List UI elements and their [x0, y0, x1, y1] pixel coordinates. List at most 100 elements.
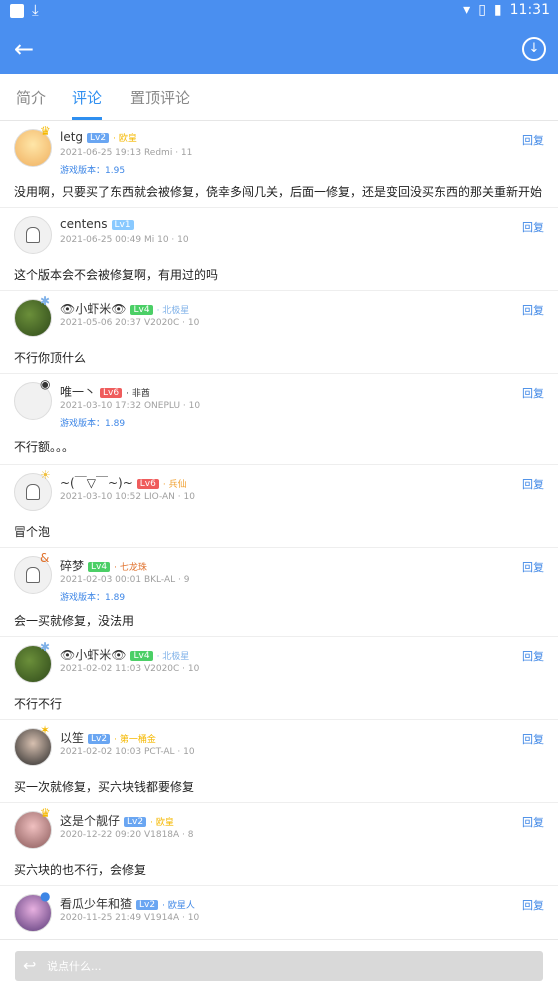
comment-input[interactable]: ↩ 说点什么... [15, 951, 543, 981]
honor-title: · 北极星 [156, 652, 190, 662]
level-badge: Lv4 [130, 304, 153, 315]
comment-item: ♛ 这是个靓仔 Lv2 · 欧皇 2020-12-22 09:20 V1818A ·… [0, 803, 558, 886]
honor-title: · 七龙珠 [114, 563, 147, 573]
status-bar: ⤓ ▾ ▯ ▮ 11:31 [0, 0, 558, 24]
comment-text: 没用啊，只要买了东西就会被修复，侥幸多闯几关，后面一修复，还是变回没买东西的那关… [14, 185, 543, 199]
alien-icon: ● [40, 889, 51, 903]
ghost-icon [26, 567, 40, 583]
tab-bar: 简介 评论 置顶评论 [0, 74, 558, 121]
dragon-ball-icon: & [40, 551, 50, 565]
level-badge: Lv2 [136, 899, 159, 910]
battery-icon: ▮ [493, 2, 502, 18]
comment-item: & 碎梦 Lv4 · 七龙珠 2021-02-03 00:01 BKL-AL · 9… [0, 548, 558, 637]
game-version: 游戏版本：1.89 [60, 419, 126, 429]
comment-meta: 2021-05-06 20:37 V2020C · 10 [60, 318, 200, 328]
level-badge: Lv2 [87, 132, 110, 143]
notification-icon [10, 4, 24, 18]
reply-button[interactable]: 回复 [522, 648, 544, 664]
comment-meta: 2020-11-25 21:49 V1914A · 10 [60, 913, 200, 923]
comment-item: ♛ letg Lv2 · 欧皇 2021-06-25 19:13 Redmi · 1… [0, 121, 558, 208]
comment-item: ● 看瓜少年和猹 Lv2 · 欧星人 2020-11-25 21:49 V1914A… [0, 886, 558, 939]
comment-meta: 2021-02-02 10:03 PCT-AL · 10 [60, 747, 195, 757]
level-badge: Lv4 [88, 561, 111, 572]
comment-item: ☀ ~(￣▽￣~)~ Lv6 · 兵仙 2021-03-10 10:52 LIO-A… [0, 465, 558, 548]
user-name[interactable]: 碎梦 [60, 559, 84, 573]
reply-button[interactable]: 回复 [522, 559, 544, 575]
honor-title: · 非酋 [126, 389, 150, 399]
level-badge: Lv6 [136, 478, 159, 489]
comment-input-bar: ↩ 说点什么... [0, 939, 558, 993]
tab-indicator [72, 117, 102, 120]
comment-item: ✱ 👁小虾米👁 Lv4 · 北极星 2021-05-06 20:37 V2020C … [0, 291, 558, 374]
tab-pinned-comments[interactable]: 置顶评论 [130, 87, 190, 108]
comment-text: 不行不行 [14, 697, 63, 711]
level-badge: Lv2 [88, 733, 111, 744]
reply-button[interactable]: 回复 [522, 897, 544, 913]
comment-item: ◉ 唯一丶 Lv6 · 非酋 2021-03-10 17:32 ONEPLU · 1… [0, 374, 558, 465]
app-bar: ← ↓ [0, 24, 558, 74]
download-icon: ⤓ [32, 1, 39, 19]
snowflake-icon: ✱ [40, 640, 51, 654]
comment-meta: 2021-03-10 17:32 ONEPLU · 10 [60, 401, 201, 411]
comment-text: 买六块的也不行，会修复 [14, 863, 147, 877]
comment-meta: 2020-12-22 09:20 V1818A · 8 [60, 830, 194, 840]
back-arrow-icon[interactable]: ← [14, 36, 40, 62]
comment-text: 买一次就修复，买六块钱都要修复 [14, 780, 195, 794]
wifi-icon: ▾ [463, 2, 471, 18]
sun-icon: ☀ [40, 468, 51, 482]
reply-button[interactable]: 回复 [522, 219, 544, 235]
ghost-icon [26, 227, 40, 243]
no-sim-icon: ▯ [478, 2, 486, 18]
ghost-icon [26, 484, 40, 500]
tab-intro[interactable]: 简介 [16, 87, 46, 108]
user-name[interactable]: 这是个靓仔 [60, 814, 120, 828]
honor-title: · 欧皇 [150, 818, 174, 828]
comment-meta: 2021-02-03 00:01 BKL-AL · 9 [60, 575, 190, 585]
comment-text: 会一买就修复，没法用 [14, 614, 135, 628]
comment-list[interactable]: ♛ letg Lv2 · 欧皇 2021-06-25 19:13 Redmi · 1… [0, 121, 558, 939]
user-name[interactable]: ~(￣▽￣~)~ [60, 476, 133, 490]
level-badge: Lv2 [124, 816, 147, 827]
reply-button[interactable]: 回复 [522, 132, 544, 148]
user-name[interactable]: letg [60, 130, 83, 144]
comment-item: ✱ 👁小虾米👁 Lv4 · 北极星 2021-02-02 11:03 V2020C … [0, 637, 558, 720]
reply-button[interactable]: 回复 [522, 302, 544, 318]
user-name[interactable]: centens [60, 217, 108, 231]
user-name[interactable]: 以笙 [60, 731, 84, 745]
game-version: 游戏版本：1.89 [60, 593, 126, 603]
honor-title: · 欧皇 [113, 134, 137, 144]
comment-text: 冒个泡 [14, 525, 51, 539]
comment-meta: 2021-03-10 10:52 LIO-AN · 10 [60, 492, 195, 502]
comment-meta: 2021-06-25 00:49 Mi 10 · 10 [60, 235, 189, 245]
honor-title: · 北极星 [156, 306, 190, 316]
reply-arrow-icon: ↩ [23, 956, 37, 975]
reply-button[interactable]: 回复 [522, 476, 544, 492]
honor-title: · 兵仙 [162, 480, 187, 490]
reply-button[interactable]: 回复 [522, 814, 544, 830]
level-badge: Lv1 [111, 219, 134, 230]
comment-input-placeholder: 说点什么... [47, 960, 102, 973]
reply-button[interactable]: 回复 [522, 731, 544, 747]
snowflake-icon: ✱ [40, 294, 51, 308]
comment-text: 不行你顶什么 [14, 351, 87, 365]
crown-icon: ♛ [40, 124, 51, 138]
tab-comments[interactable]: 评论 [72, 87, 102, 108]
comment-meta: 2021-02-02 11:03 V2020C · 10 [60, 664, 200, 674]
user-name[interactable]: 👁小虾米👁 [60, 648, 126, 662]
comment-text: 不行额。。。 [14, 440, 75, 454]
user-name[interactable]: 👁小虾米👁 [60, 302, 126, 316]
comment-text: 这个版本会不会被修复啊，有用过的吗 [14, 268, 219, 282]
user-name[interactable]: 看瓜少年和猹 [60, 897, 132, 911]
honor-title: · 第一桶金 [114, 735, 156, 745]
crown-icon: ♛ [40, 806, 51, 820]
level-badge: Lv6 [100, 387, 123, 398]
star-icon: ✶ [40, 723, 51, 737]
mask-icon: ◉ [40, 377, 51, 391]
user-name[interactable]: 唯一丶 [60, 385, 96, 399]
download-circle-icon[interactable]: ↓ [522, 37, 546, 61]
comment-meta: 2021-06-25 19:13 Redmi · 11 [60, 148, 193, 158]
comment-item: ✶ 以笙 Lv2 · 第一桶金 2021-02-02 10:03 PCT-AL · … [0, 720, 558, 803]
reply-button[interactable]: 回复 [522, 385, 544, 401]
level-badge: Lv4 [130, 650, 153, 661]
game-version: 游戏版本：1.95 [60, 166, 126, 176]
